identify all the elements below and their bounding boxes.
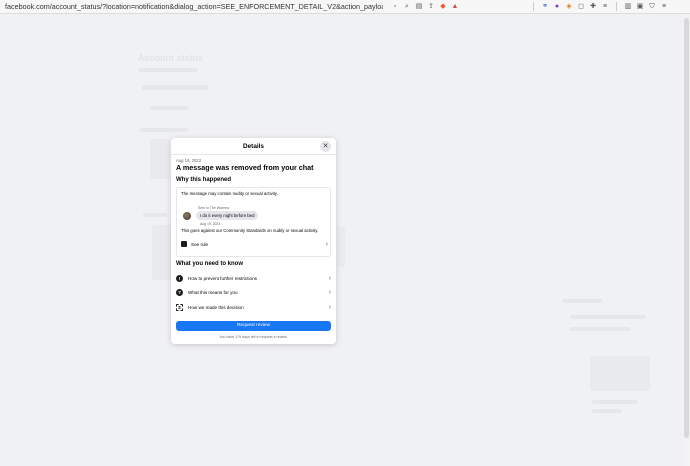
know-item-how-decided[interactable]: ⌗ How we made this decision › (176, 302, 331, 312)
browser-toolbar: facebook.com/account_status/?location=no… (0, 0, 690, 14)
toolbar-divider (533, 2, 534, 11)
know-item-label: How we made this decision (188, 304, 244, 310)
removed-message-bubble: I do it every night before bed (196, 211, 259, 220)
sidebar-icon[interactable]: ▥ (624, 3, 632, 11)
chevron-right-icon: › (328, 274, 331, 282)
why-heading: Why this happened (176, 177, 232, 183)
reason-text: The message may contain nudity or sexual… (181, 191, 278, 196)
background-bar (570, 327, 630, 331)
search-icon[interactable]: ⌕ (403, 3, 411, 11)
metamask-icon[interactable]: ◈ (565, 3, 573, 11)
dialog-title: Details (243, 143, 264, 150)
background-bar (143, 213, 167, 217)
know-item-label: How to prevent further restrictions (188, 275, 257, 281)
days-left-text: You have 179 days left to request a revi… (219, 335, 288, 339)
playlist-icon[interactable]: ≡ (601, 3, 609, 11)
background-bar (562, 299, 602, 303)
wallet-toggle-icon[interactable]: ▣ (636, 3, 644, 11)
reason-card: The message may contain nudity or sexual… (176, 187, 331, 257)
sent-in-label: Sent in The Warrma (198, 206, 230, 210)
menu-icon[interactable]: ≡ (660, 3, 668, 11)
background-title: Account status (138, 53, 204, 63)
vpn-icon[interactable]: ⛉ (648, 3, 656, 11)
bookmark-icon[interactable]: ▫ (391, 3, 399, 11)
rule-book-icon (181, 241, 187, 247)
details-dialog: Details ✕ Aug 19, 2023 A message was rem… (171, 138, 336, 344)
background-bar (150, 106, 188, 110)
background-bar (140, 128, 188, 132)
chevron-right-icon: › (325, 240, 328, 248)
puzzle-icon[interactable]: ✚ (589, 3, 597, 11)
extension-icon[interactable]: ● (553, 3, 561, 11)
page-scrollbar-thumb[interactable] (684, 18, 689, 438)
close-icon: ✕ (322, 143, 329, 150)
background-bar (570, 315, 646, 319)
background-bar (592, 409, 622, 413)
know-item-prevent-restrictions[interactable]: ! How to prevent further restrictions › (176, 273, 331, 283)
wallet-icon[interactable]: ◻ (577, 3, 585, 11)
brave-rewards-icon[interactable]: ▲ (451, 3, 459, 11)
background-page: Account status (0, 15, 690, 466)
scan-icon: ⌗ (176, 303, 183, 311)
avatar (183, 212, 191, 220)
message-date: Aug 19, 2023 (200, 222, 221, 226)
background-card (590, 356, 650, 391)
background-card (337, 227, 345, 267)
dialog-header: Details ✕ (171, 138, 336, 155)
question-icon: ? (176, 288, 183, 296)
enforcement-headline: A message was removed from your chat (176, 163, 314, 172)
background-card (150, 139, 170, 179)
chevron-right-icon: › (328, 303, 331, 311)
see-rule-button[interactable]: See rule › (181, 239, 328, 249)
link-icon[interactable]: ⚭ (541, 3, 549, 11)
policy-text: This goes against our Community Standard… (181, 228, 319, 233)
alert-icon: ! (176, 274, 183, 282)
know-heading: What you need to know (176, 261, 243, 267)
know-item-label: What this means for you (188, 289, 238, 295)
toolbar-divider-2 (616, 2, 617, 11)
share-icon[interactable]: ⇪ (427, 3, 435, 11)
reader-icon[interactable]: ▤ (415, 3, 423, 11)
toolbar-icons: ▫ ⌕ ▤ ⇪ ◆ ▲ ⚭ ● ◈ ◻ ✚ ≡ ▥ ▣ ⛉ ≡ (391, 2, 668, 11)
background-bar (592, 400, 638, 404)
address-bar[interactable]: facebook.com/account_status/?location=no… (0, 2, 383, 11)
brave-shield-icon[interactable]: ◆ (439, 3, 447, 11)
background-bar (138, 68, 198, 72)
chevron-right-icon: › (328, 288, 331, 296)
know-item-what-this-means[interactable]: ? What this means for you › (176, 287, 331, 297)
request-review-button[interactable]: Request review (176, 321, 331, 331)
close-button[interactable]: ✕ (320, 141, 331, 152)
see-rule-label: See rule (191, 241, 209, 247)
background-bar (142, 85, 208, 90)
